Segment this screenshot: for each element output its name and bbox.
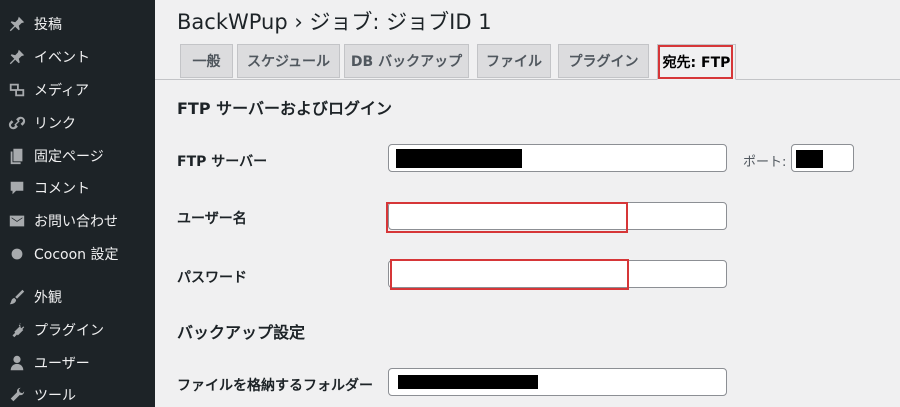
sidebar-item-label: ユーザー: [34, 356, 90, 372]
sidebar-item-appearance[interactable]: 外観: [0, 281, 155, 313]
sidebar-item-media[interactable]: メディア: [0, 74, 155, 106]
tab-plugins[interactable]: プラグイン: [558, 44, 649, 78]
sidebar-item-label: 外観: [34, 290, 62, 306]
plugin-icon: [8, 321, 26, 339]
sidebar-item-plugins[interactable]: プラグイン: [0, 314, 155, 346]
sidebar-item-label: メディア: [34, 83, 90, 99]
sidebar-item-label: 投稿: [34, 17, 62, 33]
brush-icon: [8, 288, 26, 306]
main-content: BackWPup › ジョブ: ジョブID 1 一般 スケジュール DB バック…: [155, 0, 900, 407]
sidebar-item-posts[interactable]: 投稿: [0, 8, 155, 40]
pages-icon: [8, 147, 26, 165]
tab-divider: [155, 79, 900, 80]
user-icon: [8, 354, 26, 372]
pin-icon: [8, 15, 26, 33]
page-title: BackWPup › ジョブ: ジョブID 1: [177, 10, 492, 34]
sidebar-item-label: イベント: [34, 50, 90, 66]
sidebar-item-label: Cocoon 設定: [34, 247, 119, 263]
folder-label: ファイルを格納するフォルダー: [177, 378, 373, 394]
sidebar-item-label: コメント: [34, 181, 90, 197]
sidebar-item-users[interactable]: ユーザー: [0, 347, 155, 379]
section-title-backup: バックアップ設定: [177, 323, 306, 342]
port-label: ポート:: [743, 155, 787, 170]
redaction-bar: [796, 150, 823, 168]
sidebar-item-label: ツール: [34, 388, 76, 404]
tab-destination-ftp[interactable]: 宛先: FTP: [657, 44, 736, 80]
wrench-icon: [8, 386, 26, 404]
sidebar-item-label: お問い合わせ: [34, 214, 118, 230]
mail-icon: [8, 212, 26, 230]
sidebar-item-contact[interactable]: お問い合わせ: [0, 205, 155, 237]
password-input[interactable]: [388, 260, 727, 288]
tab-db-backup[interactable]: DB バックアップ: [344, 44, 469, 78]
pin-icon: [8, 48, 26, 66]
sidebar-item-label: 固定ページ: [34, 149, 104, 165]
redaction-bar: [396, 149, 522, 168]
admin-sidebar: 投稿 イベント メディア リンク 固定ページ コメント お問い合わせ Cocoo…: [0, 0, 155, 407]
ftp-server-label: FTP サーバー: [177, 154, 268, 170]
tab-schedule[interactable]: スケジュール: [237, 44, 340, 78]
tab-general[interactable]: 一般: [180, 44, 233, 78]
redaction-bar: [398, 375, 538, 389]
password-label: パスワード: [177, 270, 247, 286]
circle-icon: [8, 245, 26, 263]
sidebar-item-events[interactable]: イベント: [0, 41, 155, 73]
link-icon: [8, 114, 26, 132]
sidebar-item-label: リンク: [34, 116, 76, 132]
comment-icon: [8, 179, 26, 197]
sidebar-item-links[interactable]: リンク: [0, 107, 155, 139]
tab-files[interactable]: ファイル: [477, 44, 551, 78]
sidebar-item-cocoon[interactable]: Cocoon 設定: [0, 238, 155, 270]
section-title-ftp: FTP サーバーおよびログイン: [177, 99, 392, 118]
media-icon: [8, 81, 26, 99]
username-label: ユーザー名: [177, 211, 247, 227]
sidebar-item-comments[interactable]: コメント: [0, 172, 155, 204]
username-input[interactable]: [388, 202, 727, 230]
sidebar-item-tools[interactable]: ツール: [0, 379, 155, 407]
sidebar-item-label: プラグイン: [34, 323, 104, 339]
sidebar-item-pages[interactable]: 固定ページ: [0, 140, 155, 172]
